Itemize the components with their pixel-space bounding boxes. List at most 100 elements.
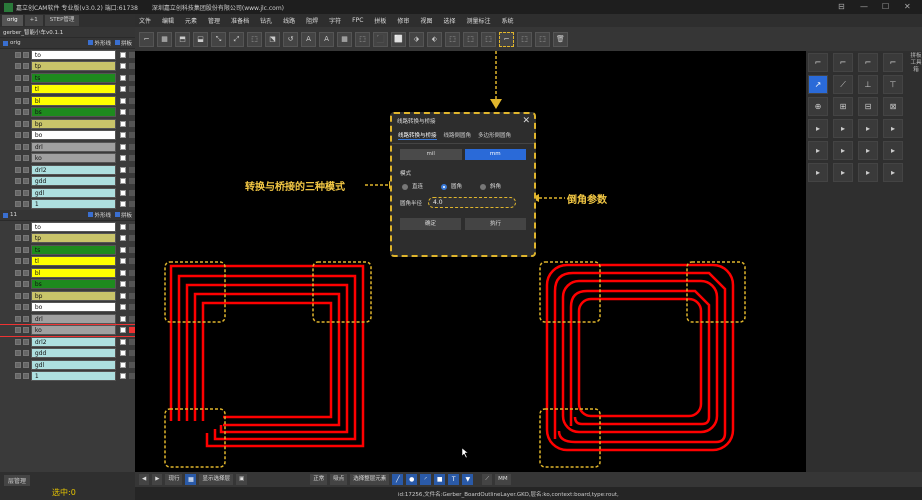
layer-name[interactable]: drl2 [30,336,117,347]
layer-lock-toggle[interactable] [22,155,29,162]
menu-item[interactable]: 文件 [139,16,151,25]
toolbar-button[interactable]: 🗑 [553,31,568,47]
layer-visibility-toggle[interactable] [15,235,21,242]
next-arrow-icon[interactable]: ▶ [152,474,163,485]
menu-item[interactable]: 系统 [501,16,513,25]
layer-checkbox[interactable] [120,223,127,230]
group-checkbox[interactable] [3,212,8,218]
layer-row[interactable]: drl2 [0,164,135,176]
mode-direct-radio[interactable]: 直连 [402,182,423,190]
layer-row[interactable]: bs [0,107,135,119]
ok-button[interactable]: 确定 [400,218,461,230]
panel-tool-button[interactable]: ▸ [858,119,878,138]
layer-row[interactable]: gdd [0,348,135,360]
layer-visibility-toggle[interactable] [15,143,21,150]
outline-toggle[interactable]: 外形线 [88,211,111,219]
layer-name[interactable]: drl2 [30,164,117,175]
layer-lock-toggle[interactable] [22,109,29,116]
view-select[interactable]: 现行 [165,474,183,485]
unit-mm-button[interactable]: mm [464,149,526,160]
layer-lock-toggle[interactable] [22,223,29,230]
mode-select[interactable]: 正常 [310,474,328,485]
layer-checkbox[interactable] [120,338,127,345]
layer-lock-toggle[interactable] [22,143,29,150]
layer-checkbox[interactable] [120,189,127,196]
convert-bridge-tool-button[interactable]: ⌐ [499,31,514,47]
layer-lock-toggle[interactable] [22,246,29,253]
restore-icon[interactable]: ⊟ [838,2,845,11]
panel-tool-button[interactable]: ⌐ [808,53,828,72]
layer-visibility-toggle[interactable] [15,97,21,104]
layer-row[interactable]: tl [0,84,135,96]
layer-checkbox[interactable] [120,246,127,253]
layer-lock-toggle[interactable] [22,189,29,196]
panel-tool-button[interactable]: ▸ [808,119,828,138]
layer-lock-toggle[interactable] [22,338,29,345]
layer-row[interactable]: tp [0,233,135,245]
layer-checkbox[interactable] [120,120,127,127]
layer-name[interactable]: bp [30,290,117,301]
select-all-layer-button[interactable]: 选择整层元素 [350,474,390,485]
layer-name[interactable]: gdl [30,187,117,198]
layer-row[interactable]: ko [0,153,135,165]
layer-row[interactable]: drl [0,141,135,153]
layer-visibility-toggle[interactable] [15,189,21,196]
panel-tool-button[interactable]: ⊟ [858,97,878,116]
tab-trace-fillet[interactable]: 线路倒圆角 [444,131,472,140]
menu-item[interactable]: 准备档 [231,16,249,25]
layer-checkbox[interactable] [120,269,127,276]
menu-item[interactable]: 阻焊 [306,16,318,25]
layer-name[interactable]: tp [30,233,117,244]
minimize-button[interactable]: — [860,2,868,11]
panel-tool-button[interactable]: ▸ [858,141,878,160]
layer-name[interactable]: gdd [30,176,117,187]
toolbar-button[interactable]: ⌐ [139,31,154,47]
toolbar-button[interactable]: ⬓ [193,31,208,47]
layer-checkbox[interactable] [120,63,127,70]
toolbar-button[interactable]: ⬚ [355,31,370,47]
layer-visibility-toggle[interactable] [15,166,21,173]
run-button[interactable]: 执行 [465,218,526,230]
layer-checkbox[interactable] [120,258,127,265]
toolbar-button[interactable]: ⬚ [481,31,496,47]
tab-polygon-fillet[interactable]: 多边形倒圆角 [478,131,511,140]
layer-lock-toggle[interactable] [22,269,29,276]
layer-name[interactable]: 1 [30,199,117,210]
layer-checkbox[interactable] [120,361,127,368]
layer-name[interactable]: bs [30,107,117,118]
panel-tool-button[interactable]: ▸ [808,163,828,182]
frame-icon[interactable]: ▣ [236,474,248,485]
layer-visibility-toggle[interactable] [15,315,21,322]
layer-visibility-toggle[interactable] [15,109,21,116]
layer-visibility-toggle[interactable] [15,304,21,311]
layer-checkbox[interactable] [120,201,127,208]
mode-bevel-radio[interactable]: 斜角 [480,182,501,190]
menu-item[interactable]: 元素 [185,16,197,25]
tab-add[interactable]: +1 [24,15,43,26]
layer-name[interactable]: gdd [30,348,117,359]
circle-tool-icon[interactable]: ● [406,474,418,485]
panel-tool-button[interactable]: ▸ [883,119,903,138]
layer-row[interactable]: bl [0,95,135,107]
panel-tool-button[interactable]: ⟋ [833,75,853,94]
layer-row[interactable]: tl [0,256,135,268]
outline-toggle[interactable]: 外形线 [88,39,111,47]
layer-visibility-toggle[interactable] [15,269,21,276]
toolbar-button[interactable]: ⬖ [427,31,442,47]
panel-tool-button[interactable]: ⌐ [883,53,903,72]
panel-tool-button[interactable]: ⊠ [883,97,903,116]
panel-tool-button[interactable]: ⊕ [808,97,828,116]
layer-lock-toggle[interactable] [22,235,29,242]
toolbar-button[interactable]: ⬒ [175,31,190,47]
panel-tool-button[interactable]: ⌐ [833,53,853,72]
layer-lock-toggle[interactable] [22,292,29,299]
layer-lock-toggle[interactable] [22,350,29,357]
layer-row[interactable]: 1 [0,371,135,383]
layer-lock-toggle[interactable] [22,373,29,380]
layer-row[interactable]: gdl [0,187,135,199]
layer-lock-toggle[interactable] [22,361,29,368]
layer-name[interactable]: ts [30,72,117,83]
layer-visibility-toggle[interactable] [15,373,21,380]
layer-name[interactable]: ts [30,244,117,255]
panel-tool-button[interactable]: ▸ [858,163,878,182]
